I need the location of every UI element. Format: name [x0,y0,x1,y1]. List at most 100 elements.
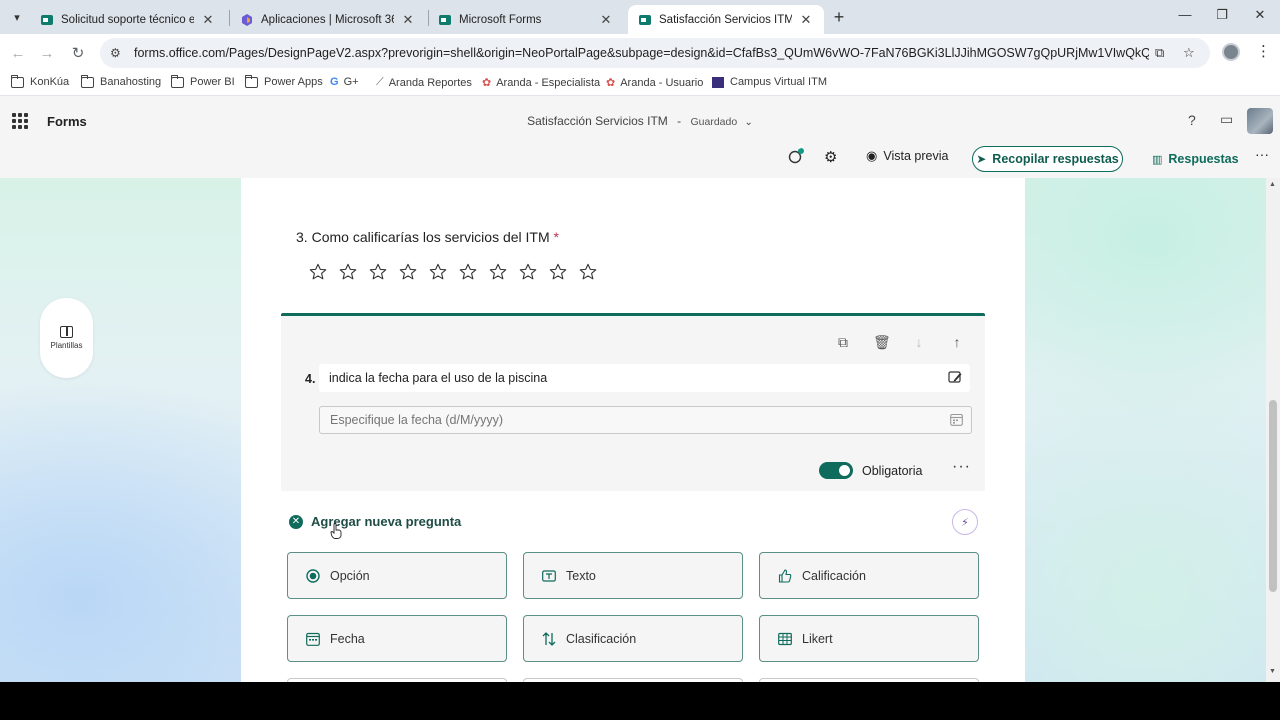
question-type-label: Likert [802,631,833,646]
move-up-icon[interactable]: ↑ [949,334,965,350]
move-down-icon[interactable]: ↓ [911,334,927,350]
bookmark-label: KonKúa [30,76,70,88]
bookmark-item[interactable]: Power Apps [245,74,323,88]
suggestion-icon[interactable]: ⚡ [952,509,978,535]
templates-button[interactable]: Plantillas [40,298,93,378]
question-type-rating[interactable]: Calificación [759,552,979,599]
star-icon[interactable] [399,263,417,281]
required-label: Obligatoria [862,464,923,478]
form-title[interactable]: Satisfacción Servicios ITM [527,114,668,128]
forms-header: Forms Satisfacción Servicios ITM - Guard… [0,96,1280,178]
tab-title: Solicitud soporte técnico en am [61,13,194,26]
close-tab-icon[interactable]: ✕ [200,12,216,28]
preview-button[interactable]: ◉ Vista previa [866,148,948,164]
settings-gear-icon[interactable]: ⚙ [824,148,837,166]
bookmark-item[interactable]: ✿ Aranda - Usuario [606,76,703,90]
question-3-title[interactable]: 3. Como calificarías los servicios del I… [296,229,559,245]
back-arrow-icon[interactable]: ← [8,43,28,63]
install-app-icon[interactable]: ⧉ [1155,45,1164,61]
date-answer-field[interactable] [319,406,972,434]
address-bar[interactable]: ⚙ forms.office.com/Pages/DesignPageV2.as… [100,38,1210,68]
star-icon[interactable] [369,263,387,281]
close-window-icon[interactable]: ✕ [1250,7,1270,23]
browser-menu-icon[interactable]: ⋮ [1256,42,1271,60]
star-rating[interactable] [309,263,597,281]
forward-arrow-icon[interactable]: → [37,43,57,63]
bookmark-label: Aranda - Especialista [496,76,601,89]
bar-chart-icon: ▥ [1152,153,1163,166]
restore-icon[interactable]: ❐ [1212,7,1232,23]
browser-toolbar: ← → ↻ ⚙ forms.office.com/Pages/DesignPag… [0,34,1280,72]
tab-title: Aplicaciones | Microsoft 365 [261,13,394,26]
chart-icon: ⟋ [376,76,384,88]
question-4-card[interactable]: ⧉ 🗑 ↓ ↑ 4. indica la fecha para el uso d… [281,313,985,491]
bookmark-item[interactable]: G G+ [330,76,359,88]
close-tab-icon[interactable]: ✕ [798,12,814,28]
collect-responses-button[interactable]: ➤ Recopilar respuestas [972,146,1123,172]
star-icon[interactable] [519,263,537,281]
save-status[interactable]: Guardado [690,116,737,128]
close-tab-icon[interactable]: ✕ [400,12,416,28]
bookmark-item[interactable]: ⟋ Aranda Reportes [376,76,472,89]
bookmark-item[interactable]: Power BI [171,74,235,88]
scroll-up-icon[interactable]: ▲ [1269,181,1276,188]
close-circle-icon[interactable]: ✕ [289,514,303,529]
bookmark-item[interactable]: ✿ Aranda - Especialista [482,76,601,90]
tab-search-chevron-icon[interactable]: ▾ [6,6,28,28]
required-toggle[interactable] [819,462,853,479]
browser-tab[interactable]: Microsoft Forms ✕ [428,5,624,34]
delete-icon[interactable]: 🗑 [873,334,891,350]
forms-icon [639,14,651,25]
feedback-icon[interactable]: ▭ [1220,111,1233,128]
templates-label: Plantillas [50,341,83,350]
more-options-icon[interactable]: ··· [952,458,971,476]
collect-label: Recopilar respuestas [992,152,1119,166]
browser-tab-active[interactable]: Satisfacción Servicios ITM ✕ [628,5,824,34]
bookmark-item[interactable]: Banahosting [81,74,161,88]
required-asterisk: * [553,229,559,245]
edit-image-icon[interactable] [948,370,962,384]
scroll-down-icon[interactable]: ▼ [1269,668,1276,675]
star-icon[interactable] [309,263,327,281]
bookmark-star-icon[interactable]: ☆ [1183,45,1195,61]
add-question-button[interactable]: ✕ Agregar nueva pregunta [289,514,461,529]
user-avatar[interactable] [1247,108,1273,134]
tab-title: Microsoft Forms [459,13,542,26]
bookmark-item[interactable]: KonKúa [11,74,70,88]
close-tab-icon[interactable]: ✕ [598,12,614,28]
star-icon[interactable] [549,263,567,281]
url-text[interactable]: forms.office.com/Pages/DesignPageV2.aspx… [134,46,1149,60]
minimize-icon[interactable]: — [1175,7,1195,22]
bookmark-item[interactable]: Campus Virtual ITM [712,76,827,88]
date-input[interactable] [330,413,930,427]
chevron-down-icon[interactable]: ⌄ [745,117,753,128]
copy-icon[interactable]: ⧉ [835,334,851,350]
star-icon[interactable] [459,263,477,281]
question-type-likert[interactable]: Likert [759,615,979,662]
help-icon[interactable]: ? [1188,112,1196,128]
new-tab-plus-icon[interactable]: + [830,7,848,28]
question-type-option[interactable]: Opción [287,552,507,599]
folder-icon [11,74,24,88]
question-type-text[interactable]: Texto [523,552,743,599]
page-scrollbar[interactable]: ▲ ▼ [1266,178,1280,682]
question-type-ranking[interactable]: Clasificación [523,615,743,662]
star-icon[interactable] [579,263,597,281]
form-canvas: Plantillas 3. Como calificarías los serv… [0,178,1266,682]
site-info-icon[interactable]: ⚙ [110,46,126,60]
calendar-icon[interactable] [950,413,963,426]
google-icon: G [330,76,339,88]
responses-button[interactable]: ▥ Respuestas [1152,152,1239,166]
browser-tab[interactable]: Solicitud soporte técnico en am ✕ [30,5,226,34]
profile-avatar[interactable] [1222,43,1240,61]
copilot-button[interactable]: P [788,144,804,164]
scrollbar-thumb[interactable] [1269,400,1277,592]
question-4-text-field[interactable]: indica la fecha para el uso de la piscin… [319,364,970,392]
browser-tab[interactable]: Aplicaciones | Microsoft 365 ✕ [230,5,426,34]
star-icon[interactable] [339,263,357,281]
more-options-icon[interactable]: ··· [1255,146,1269,162]
question-type-date[interactable]: Fecha [287,615,507,662]
star-icon[interactable] [489,263,507,281]
reload-icon[interactable]: ↻ [68,43,88,63]
star-icon[interactable] [429,263,447,281]
